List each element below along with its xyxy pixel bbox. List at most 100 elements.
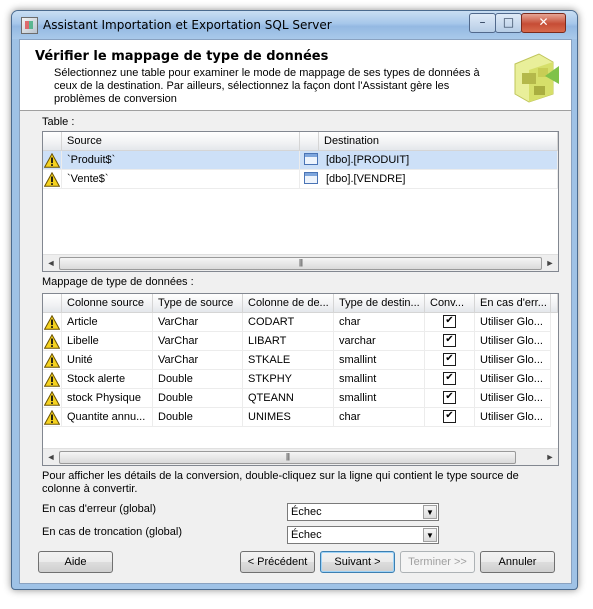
- previous-button[interactable]: < Précédent: [240, 551, 315, 573]
- mapping-horizontal-scrollbar[interactable]: ◄ ||| ►: [43, 448, 558, 465]
- scroll-thumb[interactable]: |||: [59, 451, 516, 464]
- scroll-right-arrow-icon[interactable]: ►: [542, 449, 558, 465]
- column-header-source[interactable]: Source: [62, 132, 300, 151]
- scroll-thumb[interactable]: |||: [59, 257, 542, 270]
- close-button[interactable]: ✕: [521, 13, 566, 33]
- warning-icon: [44, 410, 60, 425]
- on-error-cell[interactable]: Utiliser Glo...: [475, 389, 551, 408]
- source-column-cell: Unité: [62, 351, 153, 370]
- scroll-left-arrow-icon[interactable]: ◄: [43, 449, 59, 465]
- on-error-cell[interactable]: Utiliser Glo...: [475, 408, 551, 427]
- mapping-row[interactable]: Quantite annu... Double UNIMES char ✔ Utilise…: [43, 408, 558, 427]
- convert-checkbox[interactable]: ✔: [443, 390, 456, 404]
- chevron-down-icon[interactable]: ▼: [423, 528, 437, 542]
- column-header-source-column[interactable]: Colonne source: [62, 294, 153, 313]
- finish-button[interactable]: Terminer >>: [400, 551, 475, 573]
- minimize-button[interactable]: –: [469, 13, 496, 33]
- table-grid[interactable]: Source Destination `Produit$` [dbo].[PRO…: [42, 131, 559, 272]
- title-bar[interactable]: Assistant Importation et Exportation SQL…: [12, 11, 577, 39]
- error-global-dropdown[interactable]: Échec ▼: [287, 503, 439, 521]
- conversion-info-text: Pour afficher les détails de la conversi…: [42, 470, 519, 495]
- convert-checkbox[interactable]: ✔: [443, 314, 456, 328]
- mapping-grid[interactable]: Colonne source Type de source Colonne de…: [42, 293, 559, 466]
- table-label: Table :: [42, 116, 75, 128]
- convert-cell: ✔: [425, 313, 475, 332]
- source-type-cell: VarChar: [153, 313, 243, 332]
- mapping-row[interactable]: Unité VarChar STKALE smallint ✔ Utiliser Glo.…: [43, 351, 558, 370]
- source-column-cell: Article: [62, 313, 153, 332]
- on-error-cell[interactable]: Utiliser Glo...: [475, 370, 551, 389]
- convert-cell: ✔: [425, 370, 475, 389]
- table-destination-text: [dbo].[PRODUIT]: [326, 154, 410, 166]
- convert-checkbox[interactable]: ✔: [443, 371, 456, 385]
- cancel-button[interactable]: Annuler: [480, 551, 555, 573]
- wizard-client-area: Vérifier le mappage de type de données S…: [19, 39, 572, 584]
- page-header: Vérifier le mappage de type de données S…: [20, 40, 571, 111]
- warning-icon: [44, 372, 60, 387]
- column-header-on-error[interactable]: En cas d'err...: [475, 294, 551, 313]
- source-column-cell: Stock alerte: [62, 370, 153, 389]
- table-grid-corner: [43, 132, 62, 151]
- destination-type-cell: varchar: [334, 332, 425, 351]
- column-header-icon[interactable]: [300, 132, 319, 151]
- column-header-destination-column[interactable]: Colonne de de...: [243, 294, 334, 313]
- table-destination-cell: [dbo].[PRODUIT]: [300, 151, 558, 170]
- wizard-graphic-icon: [514, 53, 559, 103]
- column-header-overflow: [551, 294, 558, 313]
- destination-column-cell: UNIMES: [243, 408, 334, 427]
- page-title: Vérifier le mappage de type de données: [35, 49, 329, 64]
- chevron-down-icon[interactable]: ▼: [423, 505, 437, 519]
- app-icon: [21, 17, 38, 34]
- mapping-row[interactable]: Libelle VarChar LIBART varchar ✔ Utiliser Glo…: [43, 332, 558, 351]
- convert-checkbox[interactable]: ✔: [443, 352, 456, 366]
- source-column-cell: stock Physique: [62, 389, 153, 408]
- column-header-destination-type[interactable]: Type de destin...: [334, 294, 425, 313]
- table-icon: [304, 172, 318, 185]
- on-error-cell[interactable]: Utiliser Glo...: [475, 351, 551, 370]
- destination-type-cell: char: [334, 313, 425, 332]
- mapping-label: Mappage de type de données :: [42, 276, 194, 288]
- convert-cell: ✔: [425, 408, 475, 427]
- help-button[interactable]: Aide: [38, 551, 113, 573]
- convert-cell: ✔: [425, 332, 475, 351]
- wizard-window: Assistant Importation et Exportation SQL…: [11, 10, 578, 590]
- destination-type-cell: smallint: [334, 389, 425, 408]
- column-header-convert[interactable]: Conv...: [425, 294, 475, 313]
- source-type-cell: Double: [153, 389, 243, 408]
- mapping-row[interactable]: stock Physique Double QTEANN smallint ✔ Utili…: [43, 389, 558, 408]
- mapping-row[interactable]: Article VarChar CODART char ✔ Utiliser Glo...: [43, 313, 558, 332]
- truncation-global-dropdown[interactable]: Échec ▼: [287, 526, 439, 544]
- on-error-cell[interactable]: Utiliser Glo...: [475, 313, 551, 332]
- error-global-label: En cas d'erreur (global): [42, 503, 156, 515]
- column-header-source-type[interactable]: Type de source: [153, 294, 243, 313]
- truncation-global-label: En cas de troncation (global): [42, 526, 183, 538]
- table-row[interactable]: `Produit$` [dbo].[PRODUIT]: [43, 151, 558, 170]
- scroll-right-arrow-icon[interactable]: ►: [542, 255, 558, 271]
- destination-type-cell: char: [334, 408, 425, 427]
- warning-icon: [44, 172, 60, 187]
- column-header-destination[interactable]: Destination: [319, 132, 558, 151]
- destination-column-cell: QTEANN: [243, 389, 334, 408]
- truncation-global-value: Échec: [291, 529, 322, 541]
- mapping-grid-corner: [43, 294, 62, 313]
- on-error-cell[interactable]: Utiliser Glo...: [475, 332, 551, 351]
- warning-icon: [44, 391, 60, 406]
- destination-column-cell: LIBART: [243, 332, 334, 351]
- table-source-cell: `Vente$`: [62, 170, 300, 189]
- maximize-button[interactable]: □: [495, 13, 522, 33]
- table-row[interactable]: `Vente$` [dbo].[VENDRE]: [43, 170, 558, 189]
- scroll-left-arrow-icon[interactable]: ◄: [43, 255, 59, 271]
- window-title: Assistant Importation et Exportation SQL…: [43, 18, 332, 32]
- table-destination-text: [dbo].[VENDRE]: [326, 173, 406, 185]
- error-global-value: Échec: [291, 506, 322, 518]
- source-type-cell: Double: [153, 408, 243, 427]
- destination-type-cell: smallint: [334, 370, 425, 389]
- convert-cell: ✔: [425, 351, 475, 370]
- warning-icon: [44, 153, 60, 168]
- mapping-row[interactable]: Stock alerte Double STKPHY smallint ✔ Utilise…: [43, 370, 558, 389]
- convert-checkbox[interactable]: ✔: [443, 409, 456, 423]
- destination-type-cell: smallint: [334, 351, 425, 370]
- convert-checkbox[interactable]: ✔: [443, 333, 456, 347]
- table-horizontal-scrollbar[interactable]: ◄ ||| ►: [43, 254, 558, 271]
- next-button[interactable]: Suivant >: [320, 551, 395, 573]
